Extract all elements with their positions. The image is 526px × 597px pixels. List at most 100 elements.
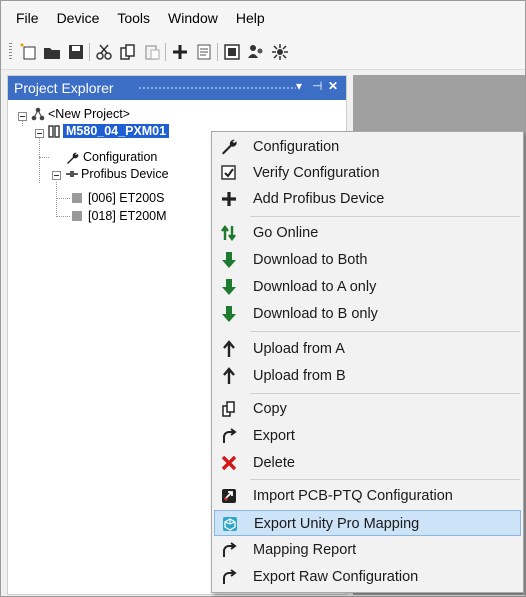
export-icon bbox=[223, 569, 237, 584]
cut-icon[interactable] bbox=[95, 43, 113, 61]
toolbar-grip[interactable] bbox=[9, 43, 12, 61]
export-icon bbox=[223, 542, 237, 557]
pin-icon[interactable]: ⊣ bbox=[312, 79, 322, 93]
menu-item-label: Upload from B bbox=[253, 368, 346, 384]
wrench-icon bbox=[222, 139, 237, 155]
menu-item-label: Export Unity Pro Mapping bbox=[254, 516, 420, 532]
menu-item-label: Export Raw Configuration bbox=[253, 569, 419, 585]
menu-item-label: Download to B only bbox=[253, 306, 378, 322]
menu-item-add-profibus-device[interactable]: Add Profibus Device bbox=[214, 186, 521, 212]
plus-icon bbox=[222, 192, 236, 206]
menu-item-export-unity-pro-mapping[interactable]: Export Unity Pro Mapping bbox=[214, 510, 521, 536]
tree-item-label: M580_04_PXM01 bbox=[63, 124, 170, 138]
menu-item-import-pcb-ptq-configuration[interactable]: Import PCB-PTQ Configuration bbox=[214, 483, 521, 509]
tree-item-profibus-device[interactable]: Profibus Device bbox=[81, 166, 169, 182]
menu-device[interactable]: Device bbox=[48, 1, 109, 35]
menu-item-export-raw-configuration[interactable]: Export Raw Configuration bbox=[214, 564, 521, 590]
tree-item-slave-018[interactable]: [018] ET200M bbox=[88, 208, 167, 224]
unity-icon bbox=[223, 517, 237, 531]
tree-line bbox=[56, 198, 70, 199]
tree-item-configuration[interactable]: Configuration bbox=[83, 149, 157, 165]
dropdown-icon[interactable]: ▾ bbox=[296, 79, 302, 93]
menu-item-download-to-both[interactable]: Download to Both bbox=[214, 247, 521, 273]
tree-line bbox=[39, 133, 40, 183]
tree-line bbox=[39, 157, 49, 158]
users-icon[interactable] bbox=[247, 43, 265, 61]
profibus-collapse-toggle[interactable] bbox=[52, 171, 61, 180]
tree-item-label: Profibus Device bbox=[81, 167, 169, 181]
copy-icon[interactable] bbox=[119, 43, 137, 61]
window-icon[interactable] bbox=[223, 43, 241, 61]
delete-x-icon bbox=[221, 455, 237, 471]
tree-item-device[interactable]: M580_04_PXM01 bbox=[63, 123, 170, 139]
tree-item-label: [006] ET200S bbox=[88, 191, 165, 205]
menu-separator bbox=[250, 393, 520, 394]
menu-item-label: Mapping Report bbox=[253, 542, 357, 558]
menu-item-label: Configuration bbox=[253, 139, 340, 155]
menu-item-upload-from-a[interactable]: Upload from A bbox=[214, 336, 521, 362]
application-window: File Device Tools Window Help Project Ex… bbox=[0, 0, 526, 597]
download-arrow-icon bbox=[222, 306, 236, 322]
menu-item-configuration[interactable]: Configuration bbox=[214, 134, 521, 160]
toolbar-separator bbox=[165, 43, 166, 61]
go-online-icon bbox=[221, 225, 236, 241]
menu-window[interactable]: Window bbox=[159, 1, 227, 35]
project-collapse-toggle[interactable] bbox=[18, 112, 27, 121]
tree-item-project[interactable]: <New Project> bbox=[48, 106, 130, 122]
menu-help[interactable]: Help bbox=[227, 1, 274, 35]
menu-separator bbox=[250, 331, 520, 332]
menu-item-label: Export bbox=[253, 428, 295, 444]
project-explorer-title-bar: Project Explorer ▾ ⊣ ✕ bbox=[8, 76, 346, 100]
tree-item-label: Configuration bbox=[83, 150, 158, 164]
menu-item-download-to-a-only[interactable]: Download to A only bbox=[214, 274, 521, 300]
paste-icon[interactable] bbox=[143, 43, 161, 61]
profibus-bus-icon bbox=[66, 171, 78, 177]
upload-arrow-icon bbox=[223, 367, 235, 384]
checkbox-icon bbox=[221, 165, 236, 180]
properties-icon[interactable] bbox=[195, 43, 213, 61]
add-icon[interactable] bbox=[171, 43, 189, 61]
tree-line bbox=[56, 182, 57, 217]
copy-icon bbox=[222, 401, 235, 417]
plc-icon bbox=[48, 125, 60, 138]
menu-item-copy[interactable]: Copy bbox=[214, 396, 521, 422]
new-project-icon[interactable] bbox=[19, 43, 37, 61]
menu-item-label: Download to Both bbox=[253, 252, 368, 268]
menu-bar: File Device Tools Window Help bbox=[1, 1, 525, 35]
tree-item-slave-006[interactable]: [006] ET200S bbox=[88, 190, 164, 206]
menu-item-label: Verify Configuration bbox=[253, 165, 380, 181]
close-icon[interactable]: ✕ bbox=[328, 79, 338, 93]
menu-file[interactable]: File bbox=[7, 1, 48, 35]
menu-item-verify-configuration[interactable]: Verify Configuration bbox=[214, 160, 521, 186]
download-arrow-icon bbox=[222, 252, 236, 268]
menu-item-upload-from-b[interactable]: Upload from B bbox=[214, 363, 521, 389]
context-menu: Configuration Verify Configuration Add P… bbox=[211, 131, 524, 593]
device-collapse-toggle[interactable] bbox=[35, 129, 44, 138]
menu-item-go-online[interactable]: Go Online bbox=[214, 220, 521, 246]
menu-item-export[interactable]: Export bbox=[214, 423, 521, 449]
open-icon[interactable] bbox=[43, 43, 61, 61]
menu-item-delete[interactable]: Delete bbox=[214, 450, 521, 476]
slave-device-icon bbox=[72, 193, 82, 203]
menu-item-label: Delete bbox=[253, 455, 295, 471]
tree-item-label: [018] ET200M bbox=[88, 209, 167, 223]
menu-separator bbox=[250, 479, 520, 480]
tree-item-label: <New Project> bbox=[48, 107, 130, 121]
menu-item-label: Copy bbox=[253, 401, 287, 417]
menu-tools[interactable]: Tools bbox=[108, 1, 159, 35]
upload-arrow-icon bbox=[223, 340, 235, 357]
menu-item-label: Import PCB-PTQ Configuration bbox=[253, 488, 453, 504]
project-explorer-title: Project Explorer bbox=[14, 80, 114, 96]
wrench-icon bbox=[67, 152, 79, 164]
toolbar-separator bbox=[89, 43, 90, 61]
export-icon bbox=[223, 428, 237, 443]
slave-device-icon bbox=[72, 211, 82, 221]
save-icon[interactable] bbox=[67, 43, 85, 61]
menu-item-label: Upload from A bbox=[253, 341, 345, 357]
menu-item-mapping-report[interactable]: Mapping Report bbox=[214, 537, 521, 563]
toolbar-separator bbox=[217, 43, 218, 61]
project-icon bbox=[31, 107, 45, 121]
title-bar-grip bbox=[138, 86, 296, 91]
menu-item-download-to-b-only[interactable]: Download to B only bbox=[214, 301, 521, 327]
network-icon[interactable] bbox=[271, 43, 289, 61]
